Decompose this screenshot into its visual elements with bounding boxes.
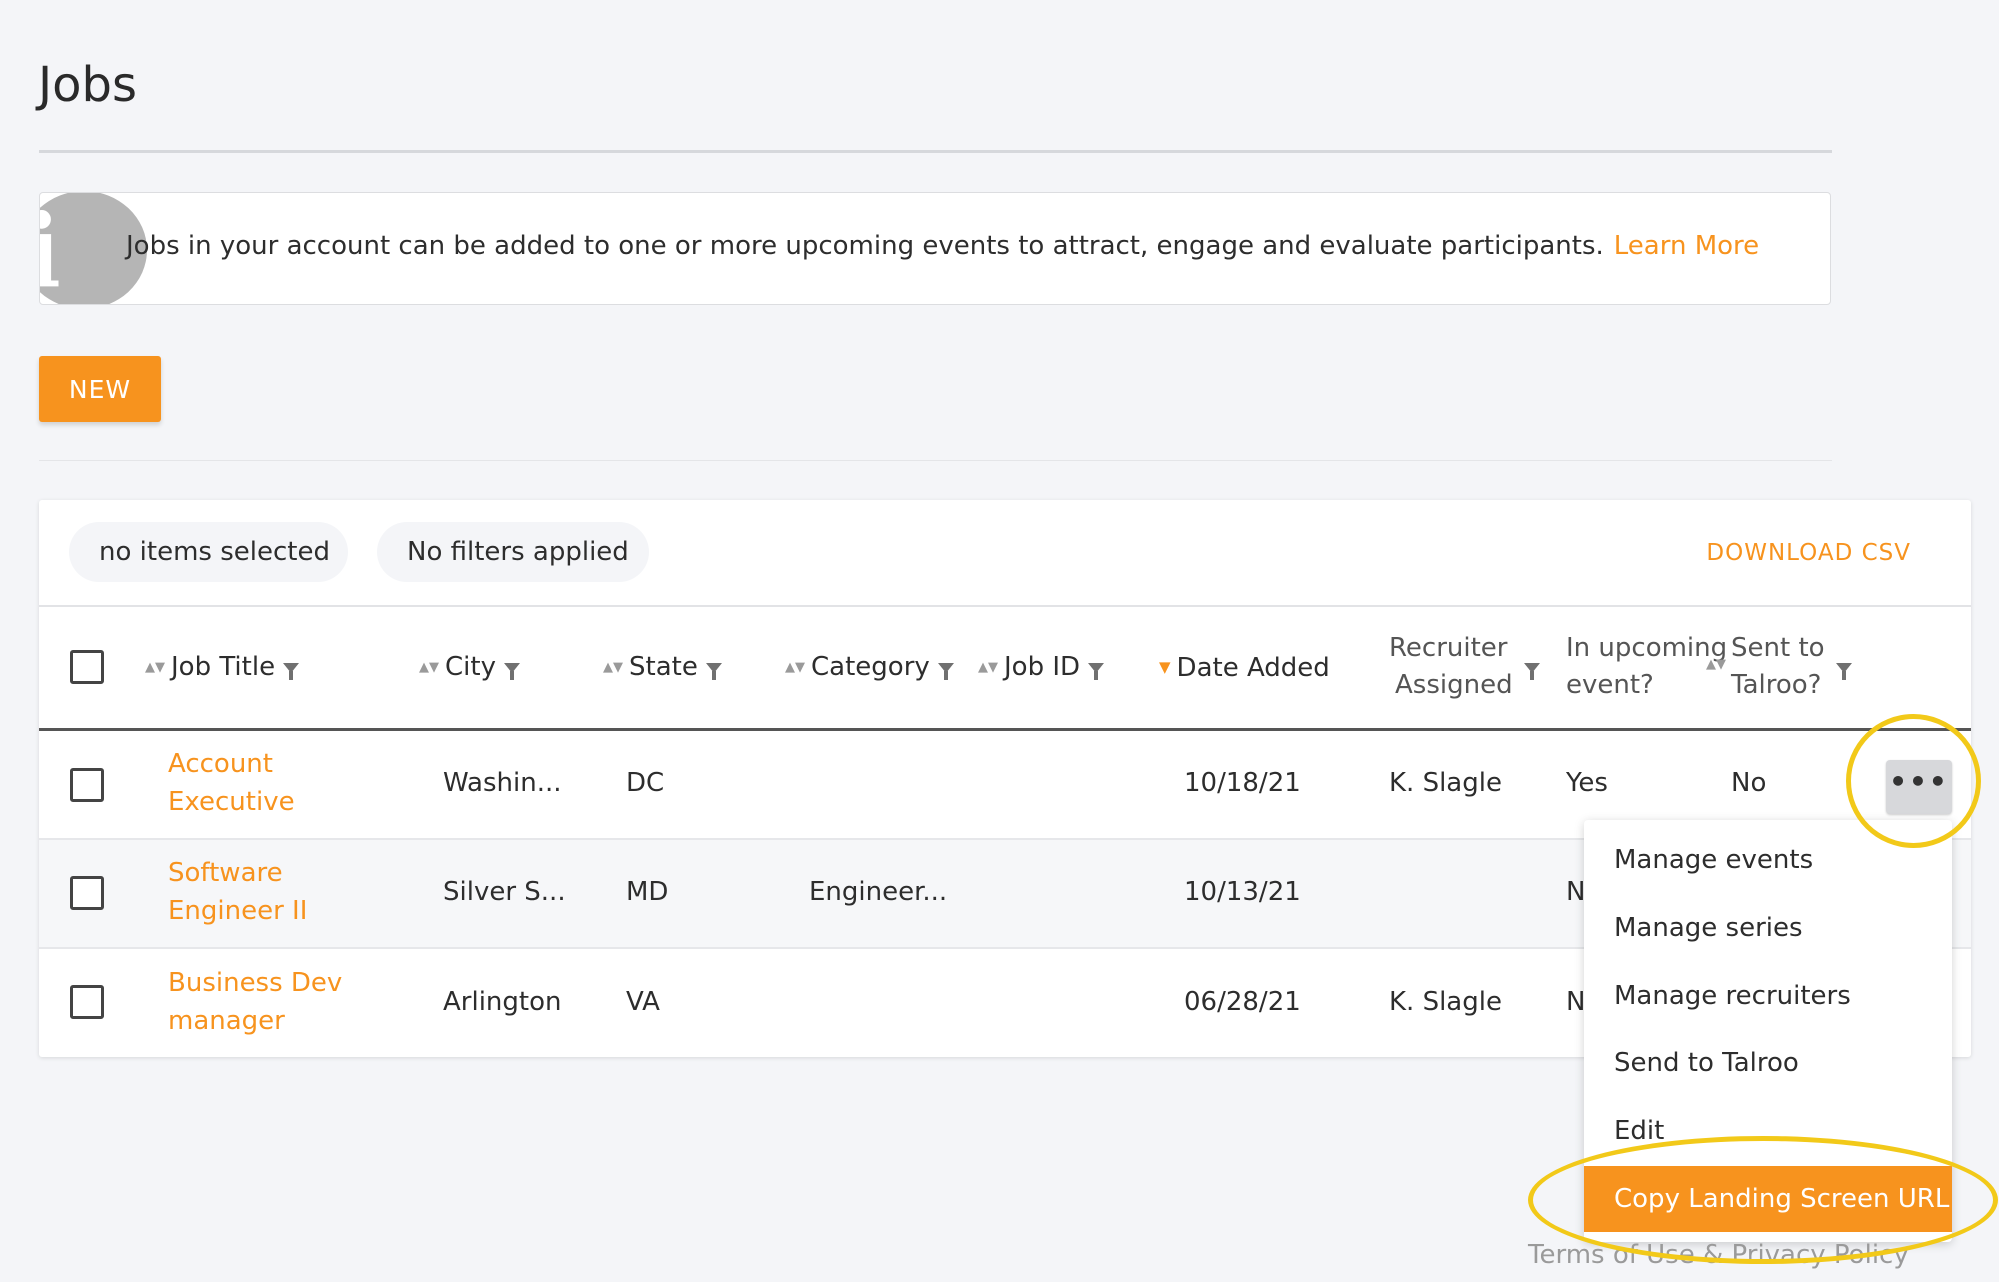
row-actions-button[interactable]: ••• xyxy=(1886,760,1952,814)
row-checkbox[interactable] xyxy=(70,876,104,910)
column-header-category[interactable]: ▲▼ Category xyxy=(785,649,954,686)
upcoming-cell: Yes xyxy=(1566,768,1608,798)
job-title-link[interactable]: Account Executive xyxy=(168,745,295,821)
sort-icon: ▲▼ xyxy=(419,660,439,675)
toolbar-divider xyxy=(39,605,1971,607)
category-cell: Engineer... xyxy=(809,877,948,907)
selection-status: no items selected xyxy=(69,522,348,582)
column-header-recruiter[interactable]: Recruiter Assigned xyxy=(1389,630,1513,704)
date-cell: 10/18/21 xyxy=(1184,768,1301,798)
page-title: Jobs xyxy=(38,57,137,113)
info-banner-text: Jobs in your account can be added to one… xyxy=(126,231,1759,261)
menu-item-send-to-talroo[interactable]: Send to Talroo xyxy=(1584,1030,1952,1096)
recruiter-cell: K. Slagle xyxy=(1389,768,1502,798)
job-title-link[interactable]: Business Dev manager xyxy=(168,964,342,1040)
learn-more-link[interactable]: Learn More xyxy=(1614,231,1759,261)
row-checkbox[interactable] xyxy=(70,768,104,802)
city-cell: Washin... xyxy=(443,768,562,798)
date-cell: 06/28/21 xyxy=(1184,987,1301,1017)
filter-icon xyxy=(1088,663,1105,680)
city-cell: Silver S... xyxy=(443,877,566,907)
state-cell: DC xyxy=(626,768,665,798)
city-cell: Arlington xyxy=(443,987,562,1017)
column-header-sent-to-talroo[interactable]: Sent to Talroo? xyxy=(1731,630,1825,704)
upcoming-sort[interactable]: ▲▼ xyxy=(1706,646,1732,683)
state-cell: MD xyxy=(626,877,669,907)
menu-item-manage-recruiters[interactable]: Manage recruiters xyxy=(1584,963,1952,1029)
sort-icon: ▲▼ xyxy=(1706,657,1726,672)
sort-desc-icon: ▼ xyxy=(1159,658,1171,676)
title-divider xyxy=(39,150,1832,153)
filter-status[interactable]: No filters applied xyxy=(377,522,649,582)
upcoming-cell: N xyxy=(1566,877,1586,907)
footer-terms-link[interactable]: Terms of Use & Privacy Policy xyxy=(1528,1240,1909,1270)
state-cell: VA xyxy=(626,987,660,1017)
menu-item-manage-series[interactable]: Manage series xyxy=(1584,895,1952,961)
column-header-date-added[interactable]: ▼ Date Added xyxy=(1159,649,1330,686)
download-csv-button[interactable]: DOWNLOAD CSV xyxy=(1706,540,1911,566)
filter-icon xyxy=(283,663,300,680)
header-divider xyxy=(39,728,1971,731)
new-job-button[interactable]: NEW xyxy=(39,356,161,422)
menu-item-manage-events[interactable]: Manage events xyxy=(1584,827,1952,893)
sort-icon: ▲▼ xyxy=(145,660,165,675)
column-header-upcoming-event[interactable]: In upcoming event? xyxy=(1566,630,1727,704)
select-all-checkbox[interactable] xyxy=(70,650,104,684)
info-message: Jobs in your account can be added to one… xyxy=(126,231,1604,261)
section-divider xyxy=(39,460,1832,461)
job-title-link[interactable]: Software Engineer II xyxy=(168,854,307,930)
menu-item-edit[interactable]: Edit xyxy=(1584,1098,1952,1164)
sort-icon: ▲▼ xyxy=(978,660,998,675)
column-header-city[interactable]: ▲▼ City xyxy=(419,649,520,686)
row-checkbox[interactable] xyxy=(70,985,104,1019)
filter-icon xyxy=(705,663,722,680)
menu-item-copy-landing-url[interactable]: Copy Landing Screen URL xyxy=(1584,1166,1952,1232)
info-banner: i Jobs in your account can be added to o… xyxy=(39,192,1831,305)
filter-icon xyxy=(1524,663,1540,680)
filter-icon xyxy=(503,663,520,680)
filter-icon xyxy=(1836,663,1852,680)
recruiter-filter[interactable] xyxy=(1516,649,1540,685)
column-header-state[interactable]: ▲▼ State xyxy=(603,649,722,686)
recruiter-cell: K. Slagle xyxy=(1389,987,1502,1017)
filter-icon xyxy=(937,663,954,680)
upcoming-cell: N xyxy=(1566,987,1586,1017)
column-header-job-title[interactable]: ▲▼ Job Title xyxy=(145,649,300,686)
column-header-job-id[interactable]: ▲▼ Job ID xyxy=(978,649,1105,686)
talroo-cell: No xyxy=(1731,768,1767,798)
sort-icon: ▲▼ xyxy=(785,660,805,675)
date-cell: 10/13/21 xyxy=(1184,877,1301,907)
row-actions-menu: Manage events Manage series Manage recru… xyxy=(1584,820,1952,1242)
sort-icon: ▲▼ xyxy=(603,660,623,675)
talroo-filter[interactable] xyxy=(1828,649,1852,685)
